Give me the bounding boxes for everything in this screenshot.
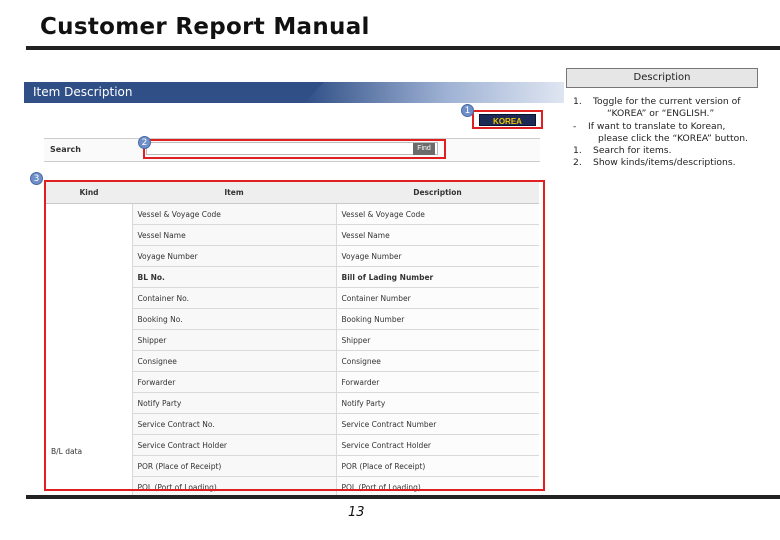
highlight-box-table <box>44 180 545 491</box>
item-number: 1. <box>573 96 582 107</box>
marker-2: 2 <box>138 136 151 149</box>
description-text: Show kinds/items/descriptions. <box>593 157 736 169</box>
description-text-continued: please click the “KOREA” button. <box>598 132 748 144</box>
description-text: If want to translate to Korean, <box>588 120 726 132</box>
description-text: Toggle for the current version of <box>593 96 741 107</box>
page-number: 13 <box>348 505 365 520</box>
page-title: Customer Report Manual <box>40 14 370 40</box>
description-text-continued: “KOREA” or “ENGLISH.” <box>607 108 715 120</box>
marker-3: 3 <box>30 172 43 185</box>
item-bullet: - <box>573 120 577 132</box>
header-gradient <box>304 82 564 103</box>
item-number: 1. <box>573 145 582 157</box>
description-item: 1. Toggle for the current version of <box>573 96 773 108</box>
item-description-header: Item Description <box>24 82 564 103</box>
search-label: Search <box>50 145 81 154</box>
panel-title: Item Description <box>33 85 133 99</box>
description-item: - If want to translate to Korean, <box>573 121 773 133</box>
korea-toggle-button[interactable]: KOREA <box>479 114 536 126</box>
footer-divider <box>26 495 780 499</box>
description-text: Search for items. <box>593 145 672 157</box>
description-header: Description <box>566 68 758 88</box>
title-divider <box>26 46 780 50</box>
item-number: 2. <box>573 157 582 169</box>
description-list: 1. Toggle for the current version of “KO… <box>573 96 773 170</box>
description-item: 1. Search for items. <box>573 145 773 157</box>
description-item: 2. Show kinds/items/descriptions. <box>573 157 773 169</box>
marker-1: 1 <box>461 104 474 117</box>
highlight-box-search <box>143 139 446 159</box>
